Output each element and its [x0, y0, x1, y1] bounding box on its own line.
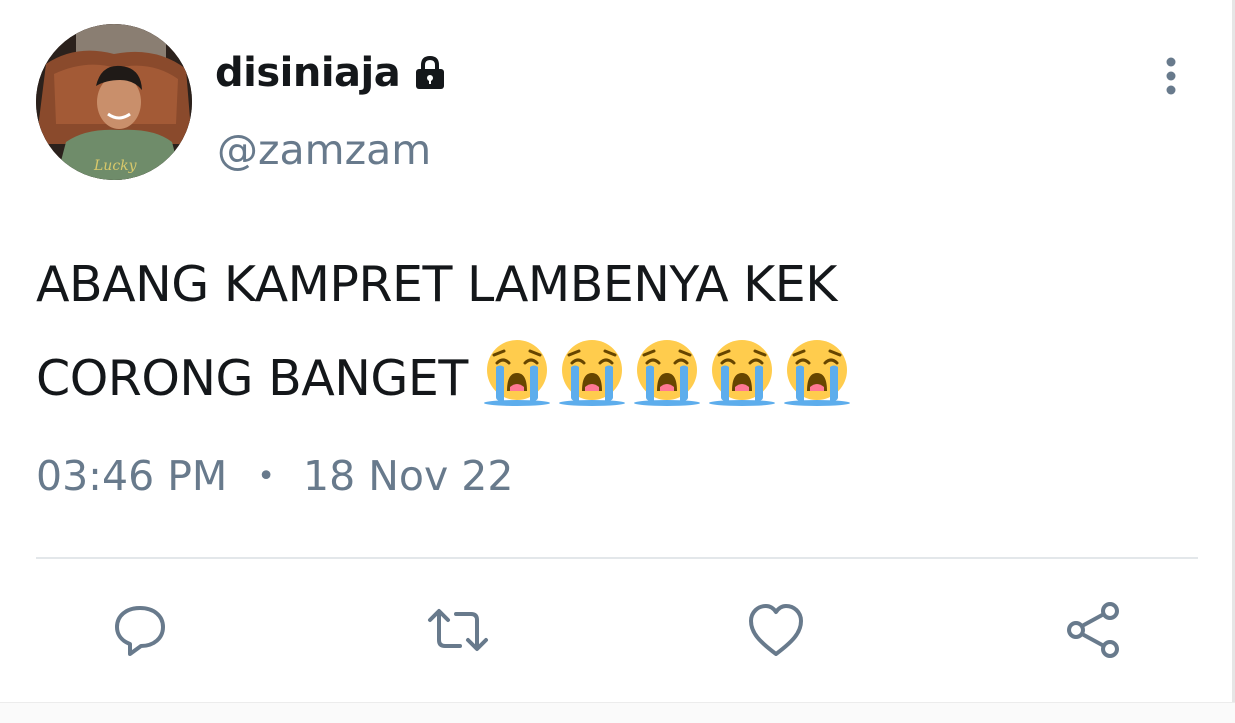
- tweet-time: 03:46 PM: [36, 452, 228, 500]
- avatar-shirt-text: Lucky: [93, 158, 138, 174]
- reply-icon: [110, 600, 170, 664]
- tweet-text-line-1: ABANG KAMPRET LAMBENYA KEK: [36, 256, 837, 313]
- lock-icon: [410, 53, 450, 93]
- share-button[interactable]: [1062, 600, 1126, 664]
- meta-separator: •: [257, 458, 275, 494]
- user-handle[interactable]: @zamzam: [217, 126, 431, 174]
- retweet-icon: [426, 600, 490, 664]
- share-icon: [1064, 600, 1124, 664]
- retweet-button[interactable]: [426, 600, 490, 664]
- loudly-crying-face-emoji: [707, 337, 777, 407]
- reply-button[interactable]: [108, 600, 172, 664]
- tweet-text-line-2: CORONG BANGET: [36, 332, 1156, 426]
- tweet-date: 18 Nov 22: [303, 452, 514, 500]
- loudly-crying-face-emoji: [782, 337, 852, 407]
- avatar[interactable]: Lucky: [36, 24, 192, 180]
- divider: [36, 557, 1198, 559]
- emoji-row: [468, 340, 852, 407]
- display-name-row: disiniaja: [215, 50, 450, 96]
- loudly-crying-face-emoji: [482, 337, 552, 407]
- bottom-edge: [0, 702, 1235, 723]
- tweet-timestamp: 03:46 PM • 18 Nov 22: [36, 452, 513, 500]
- tweet-text-line-2-words: CORONG BANGET: [36, 350, 468, 407]
- display-name[interactable]: disiniaja: [215, 50, 401, 96]
- tweet-text: ABANG KAMPRET LAMBENYA KEK CORONG BANGET: [36, 238, 1156, 426]
- avatar-photo: Lucky: [36, 24, 192, 180]
- loudly-crying-face-emoji: [632, 337, 702, 407]
- loudly-crying-face-emoji: [557, 337, 627, 407]
- like-button[interactable]: [744, 600, 808, 664]
- more-vertical-icon[interactable]: [1157, 56, 1185, 96]
- heart-icon: [746, 600, 806, 664]
- tweet-card: Lucky disiniaja @zamzam ABANG KAMPRET LA…: [0, 0, 1235, 723]
